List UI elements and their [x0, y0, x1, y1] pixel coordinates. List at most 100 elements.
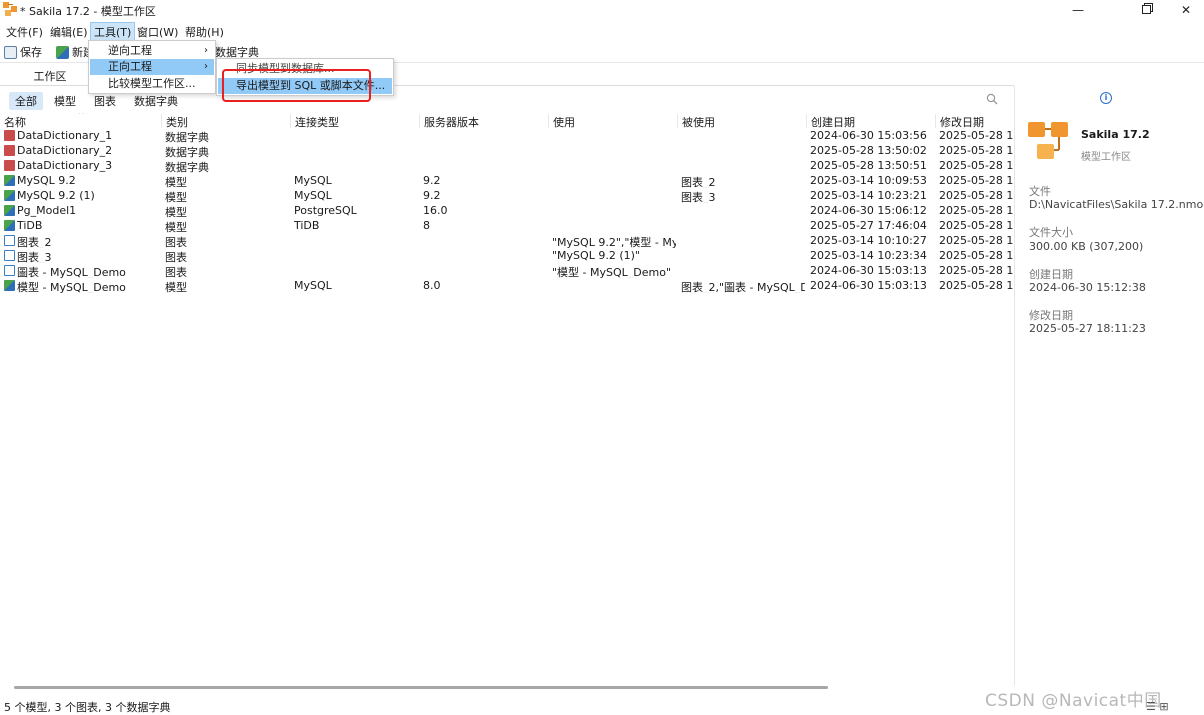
info-icon[interactable]: i	[1100, 92, 1112, 104]
column-uses[interactable]: 使用	[549, 114, 678, 129]
table-row[interactable]: DataDictionary_2 数据字典 2025-05-28 13:50:02 2…	[0, 143, 1014, 158]
table-row[interactable]: TiDB 模型 TiDB 8 2025-05-27 17:46:04 2025-05-28…	[0, 218, 1014, 233]
cell-conn	[294, 144, 420, 158]
sort-ascending-icon: ^	[78, 113, 85, 119]
panel-subtitle: 模型工作区	[1081, 152, 1131, 163]
data-dictionary-icon	[4, 130, 15, 141]
cell-uses	[552, 219, 676, 233]
cell-name: MySQL 9.2	[17, 174, 76, 187]
menu-file[interactable]: 文件(F)	[3, 23, 46, 41]
cell-created: 2025-03-14 10:09:53	[810, 174, 927, 187]
cell-modified: 2025-05-28 13:5	[939, 279, 1014, 292]
filter-diagrams[interactable]: 图表	[88, 92, 122, 110]
table-row[interactable]: DataDictionary_3 数据字典 2025-05-28 13:50:51 2…	[0, 158, 1014, 173]
object-grid: 名称 ^ 类别 连接类型 服务器版本 使用 被使用 创建日期 修改日期 Data…	[0, 113, 1014, 683]
cell-uses	[552, 159, 676, 173]
column-created[interactable]: 创建日期	[807, 114, 936, 129]
column-modified[interactable]: 修改日期	[936, 114, 1014, 129]
horizontal-scrollbar[interactable]	[14, 686, 828, 689]
cell-created: 2024-06-30 15:06:12	[810, 204, 927, 217]
table-row[interactable]: MySQL 9.2 模型 MySQL 9.2 图表_2 2025-03-14 10:09:…	[0, 173, 1014, 188]
cell-name: TiDB	[17, 219, 43, 232]
table-row[interactable]: 圖表 - MySQL_Demo 图表 "模型 - MySQL_Demo" 2024-0…	[0, 263, 1014, 278]
cell-name: MySQL 9.2 (1)	[17, 189, 95, 202]
close-button[interactable]: ✕	[1168, 0, 1204, 20]
cell-version: 8.0	[423, 279, 441, 292]
menu-reverse-engineering[interactable]: 逆向工程 ›	[90, 43, 214, 59]
cell-uses	[552, 204, 676, 218]
filter-all[interactable]: 全部	[9, 92, 43, 110]
cell-category: 模型	[165, 191, 187, 203]
cell-name: 图表_3	[17, 251, 52, 263]
save-label: 保存	[20, 46, 42, 59]
column-server-version[interactable]: 服务器版本	[420, 114, 549, 129]
cell-category: 图表	[165, 266, 187, 278]
cell-used-by	[681, 234, 805, 248]
cell-used-by	[681, 264, 805, 278]
table-row[interactable]: MySQL 9.2 (1) 模型 MySQL 9.2 图表_3 2025-03-14 10…	[0, 188, 1014, 203]
file-path: D:\NavicatFiles\Sakila 17.2.nmodel	[1029, 198, 1204, 211]
menu-compare-workspaces[interactable]: 比较模型工作区...	[90, 76, 214, 92]
created-date: 2024-06-30 15:12:38	[1029, 281, 1146, 294]
cell-modified: 2025-05-28 13:5	[939, 129, 1014, 142]
cell-category: 模型	[165, 176, 187, 188]
menu-window[interactable]: 窗口(W)	[134, 23, 181, 41]
minimize-button[interactable]: —	[1060, 0, 1096, 20]
cell-name: Pg_Model1	[17, 204, 77, 217]
column-category[interactable]: 类别	[162, 114, 291, 129]
cell-version: 9.2	[423, 174, 441, 187]
cell-used-by	[681, 219, 805, 233]
table-row[interactable]: DataDictionary_1 数据字典 2024-06-30 15:03:56 2…	[0, 128, 1014, 143]
cell-category: 图表	[165, 236, 187, 248]
model-icon	[4, 175, 15, 186]
column-connection-type[interactable]: 连接类型	[291, 114, 420, 129]
cell-name: 圖表 - MySQL_Demo	[17, 266, 126, 278]
cell-modified: 2025-05-28 13:5	[939, 234, 1014, 247]
cell-name: 模型 - MySQL_Demo	[17, 281, 126, 293]
cell-modified: 2025-05-28 13:5	[939, 219, 1014, 232]
data-dictionary-icon	[4, 145, 15, 156]
cell-created: 2025-03-14 10:23:34	[810, 249, 927, 262]
tab-workspace[interactable]: 工作区	[22, 68, 78, 84]
cell-category: 数据字典	[165, 161, 209, 173]
model-icon	[4, 220, 15, 231]
cell-version	[423, 159, 549, 173]
cell-name: DataDictionary_2	[17, 144, 113, 157]
menu-forward-engineering[interactable]: 正向工程 ›	[90, 59, 214, 75]
cell-conn	[294, 129, 420, 143]
menu-edit[interactable]: 编辑(E)	[47, 23, 91, 41]
model-workspace-icon	[1028, 122, 1068, 159]
table-row[interactable]: 模型 - MySQL_Demo 模型 MySQL 8.0 图表_2,"圖表 - MySQ…	[0, 278, 1014, 293]
table-row[interactable]: 图表_2 图表 "MySQL 9.2","模型 - MyS... 2025-03-14…	[0, 233, 1014, 248]
panel-title: Sakila 17.2	[1081, 128, 1150, 141]
cell-category: 模型	[165, 206, 187, 218]
highlight-annotation	[222, 69, 371, 102]
cell-category: 数据字典	[165, 131, 209, 143]
cell-modified: 2025-05-28 13:5	[939, 264, 1014, 277]
column-used-by[interactable]: 被使用	[678, 114, 807, 129]
cell-modified: 2025-05-28 13:5	[939, 189, 1014, 202]
cell-uses	[552, 279, 676, 293]
menu-tools[interactable]: 工具(T)	[90, 22, 136, 42]
cell-uses	[552, 129, 676, 143]
cell-conn: TiDB	[294, 219, 320, 232]
maximize-button[interactable]	[1128, 0, 1164, 20]
cell-created: 2025-03-14 10:23:21	[810, 189, 927, 202]
table-row[interactable]: 图表_3 图表 "MySQL 9.2 (1)" 2025-03-14 10:23:34…	[0, 248, 1014, 263]
search-icon[interactable]	[986, 93, 998, 105]
cell-created: 2025-05-28 13:50:51	[810, 159, 927, 172]
table-row[interactable]: Pg_Model1 模型 PostgreSQL 16.0 2024-06-30 15:0…	[0, 203, 1014, 218]
save-button[interactable]: 保存	[4, 44, 42, 60]
cell-version	[423, 129, 549, 143]
tools-menu: 逆向工程 › 正向工程 › 比较模型工作区...	[88, 40, 216, 94]
cell-created: 2025-03-14 10:10:27	[810, 234, 927, 247]
view-mode-icons[interactable]: ☰ ⊞	[1146, 700, 1169, 713]
cell-created: 2024-06-30 15:03:13	[810, 264, 927, 277]
cell-uses	[552, 174, 676, 188]
filter-models[interactable]: 模型	[48, 92, 82, 110]
cell-used-by	[681, 144, 805, 158]
diagram-icon	[4, 235, 15, 246]
menu-help[interactable]: 帮助(H)	[182, 23, 227, 41]
filter-data-dictionaries[interactable]: 数据字典	[128, 92, 184, 110]
cell-conn	[294, 159, 420, 173]
